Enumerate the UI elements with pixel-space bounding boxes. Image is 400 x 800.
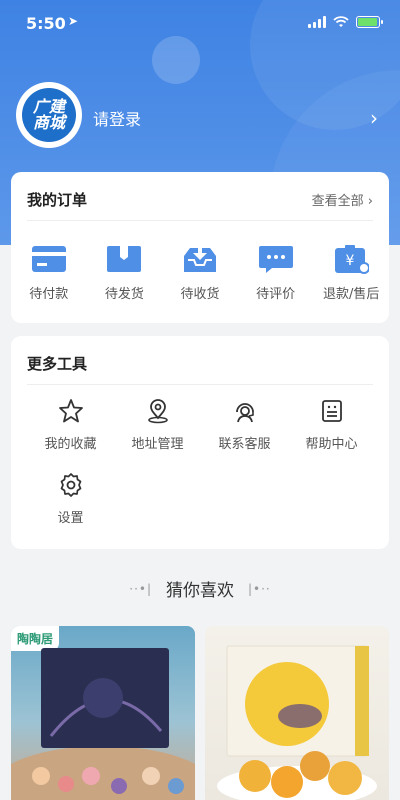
login-link[interactable]: 请登录 — [93, 106, 141, 130]
battery-icon — [356, 16, 383, 28]
product-image — [217, 645, 377, 800]
tool-customer-service[interactable]: 联系客服 — [201, 398, 288, 452]
tool-help-center[interactable]: 帮助中心 — [288, 398, 375, 452]
order-pending-shipment[interactable]: 待发货 — [87, 244, 163, 302]
avatar[interactable]: 广建 商城 — [16, 82, 82, 148]
recommend-heading: ··•| 猜你喜欢 |•·· — [0, 576, 400, 601]
map-pin-icon — [147, 399, 168, 424]
star-icon — [58, 399, 83, 423]
store-logo: 广建 商城 — [22, 88, 76, 142]
product-image — [11, 648, 195, 800]
orders-title: 我的订单 — [27, 191, 88, 209]
status-bar: 5:50 ➤ — [0, 0, 400, 46]
decor-left: ··•| — [129, 581, 152, 596]
chevron-right-icon[interactable]: › — [370, 106, 378, 130]
tools-title: 更多工具 — [27, 355, 88, 373]
order-pending-review[interactable]: 待评价 — [238, 244, 314, 302]
svg-text:¥: ¥ — [346, 253, 355, 269]
order-pending-receipt[interactable]: 待收货 — [162, 244, 238, 302]
wifi-icon — [333, 16, 349, 27]
inbox-icon — [183, 244, 216, 272]
order-pending-payment[interactable]: 待付款 — [11, 244, 87, 302]
gear-icon — [60, 473, 81, 497]
decor-right: |•·· — [248, 581, 271, 596]
tool-favorites[interactable]: 我的收藏 — [27, 398, 114, 452]
orders-card: 我的订单 查看全部 › 待付款 待发货 待收货 待评价 ¥ 退款/售后 — [11, 172, 389, 323]
headset-icon — [235, 403, 254, 423]
divider — [27, 384, 373, 385]
signal-icon — [308, 16, 326, 28]
tool-address[interactable]: 地址管理 — [114, 398, 201, 452]
help-icon — [321, 400, 342, 422]
status-time: 5:50 — [26, 14, 66, 33]
product-card[interactable] — [205, 626, 389, 800]
divider — [27, 220, 373, 221]
refund-icon: ¥ — [335, 245, 370, 274]
chat-icon — [258, 246, 293, 273]
order-refund-aftersale[interactable]: ¥ 退款/售后 — [313, 244, 389, 302]
tools-card: 更多工具 我的收藏 地址管理 联系客服 帮助中心 设置 — [11, 336, 389, 549]
view-all-orders-link[interactable]: 查看全部 › — [312, 190, 373, 209]
tool-settings[interactable]: 设置 — [27, 472, 114, 526]
card-icon — [31, 246, 66, 272]
box-icon — [107, 246, 142, 272]
location-arrow-icon: ➤ — [68, 14, 79, 28]
recommend-title: 猜你喜欢 — [166, 581, 234, 601]
product-card[interactable]: 陶陶居 — [11, 626, 195, 800]
